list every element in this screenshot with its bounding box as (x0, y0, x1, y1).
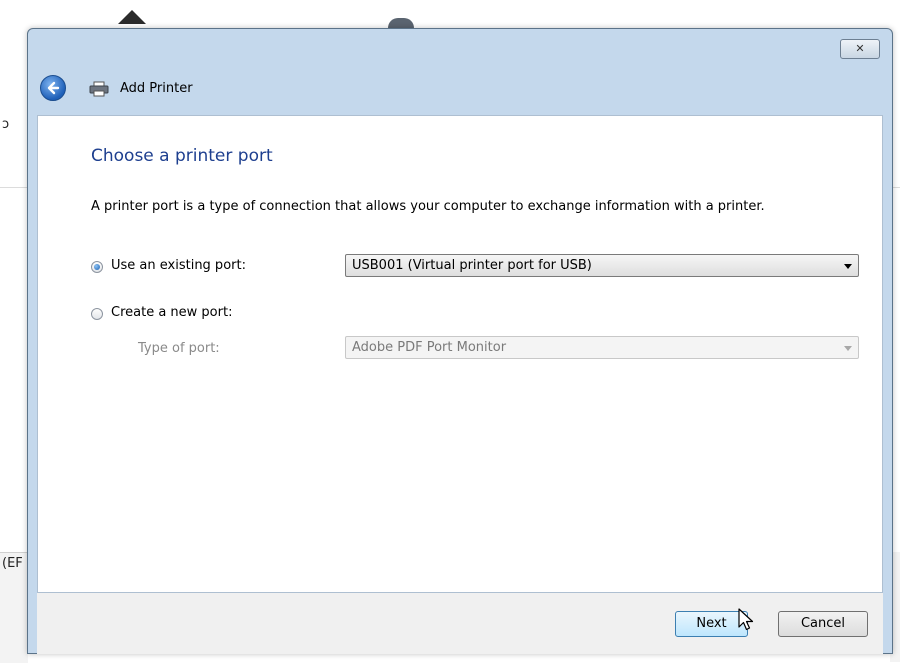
background-decor (388, 18, 414, 28)
back-arrow-icon[interactable] (40, 75, 66, 101)
page-description: A printer port is a type of connection t… (91, 199, 765, 214)
chevron-down-icon (844, 264, 852, 269)
add-printer-dialog: ✕ Add Printer Choose a printer port A pr… (27, 28, 893, 654)
existing-port-value: USB001 (Virtual printer port for USB) (352, 258, 592, 273)
background-divider (0, 187, 28, 188)
cancel-button[interactable]: Cancel (778, 611, 868, 637)
close-icon: ✕ (855, 42, 865, 55)
port-type-label: Type of port: (138, 341, 220, 356)
new-port-radio[interactable] (91, 308, 103, 320)
existing-port-label[interactable]: Use an existing port: (111, 258, 246, 273)
port-type-value: Adobe PDF Port Monitor (352, 340, 507, 355)
existing-port-select[interactable]: USB001 (Virtual printer port for USB) (345, 254, 859, 277)
port-type-select: Adobe PDF Port Monitor (345, 336, 859, 359)
mouse-cursor-icon (738, 608, 758, 634)
background-text: (EF (2, 556, 23, 571)
printer-icon (89, 81, 109, 97)
existing-port-radio[interactable] (91, 261, 103, 273)
close-button[interactable]: ✕ (840, 39, 880, 59)
dialog-content: Choose a printer port A printer port is … (37, 115, 883, 593)
background-text: ↄ (2, 117, 10, 132)
page-title: Choose a printer port (91, 146, 273, 166)
chevron-down-icon (844, 346, 852, 351)
new-port-label[interactable]: Create a new port: (111, 305, 232, 320)
window-title: Add Printer (120, 81, 193, 96)
background-decor (118, 10, 146, 24)
